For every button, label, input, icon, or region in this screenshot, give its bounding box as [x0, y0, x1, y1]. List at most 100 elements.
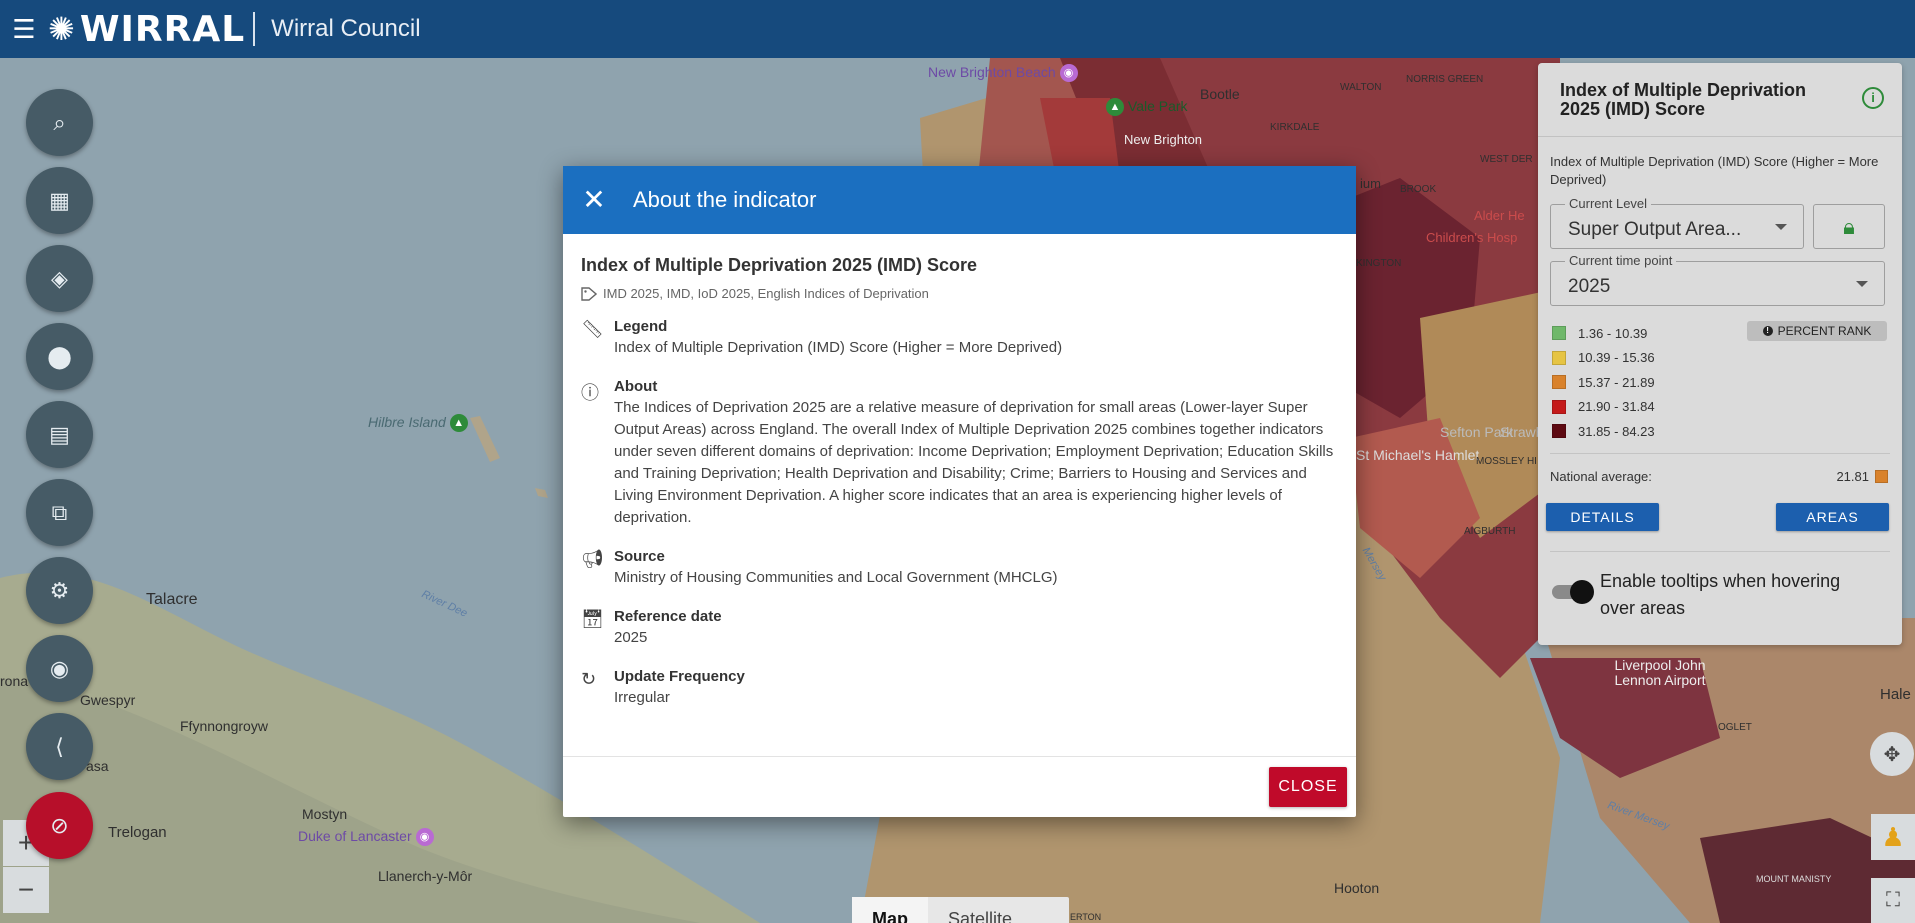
- national-average-value-group: 21.81: [1836, 469, 1888, 484]
- wirral-logo[interactable]: ✺ WIRRAL: [48, 9, 245, 50]
- fullscreen-button[interactable]: ⛶: [1871, 878, 1915, 923]
- tooltip-toggle[interactable]: [1550, 580, 1594, 604]
- camera-poi-icon: ◉: [415, 828, 434, 847]
- map-label-rona: rona: [0, 673, 29, 689]
- current-time-point-value: 2025: [1568, 276, 1611, 297]
- national-average-label: National average:: [1550, 469, 1652, 484]
- map-label-llanerch: Llanerch-y-Môr: [378, 868, 473, 884]
- source-text: Ministry of Housing Communities and Loca…: [614, 569, 1058, 586]
- map-label-west-derby: WEST DER: [1480, 154, 1533, 165]
- map-label-gwespyr: Gwespyr: [80, 692, 136, 708]
- panel-description: Index of Multiple Deprivation (IMD) Scor…: [1550, 154, 1879, 187]
- location-button[interactable]: ⬤: [26, 323, 93, 390]
- megaphone-icon: 📢︎: [581, 549, 604, 569]
- map-label-vale-park: ▲ Vale Park: [1106, 98, 1188, 117]
- pegman-icon: ♟: [1881, 821, 1905, 852]
- national-average-swatch: [1875, 470, 1888, 483]
- map-label-mossley-hill: MOSSLEY HI: [1476, 456, 1537, 467]
- map-label-new-brighton-beach: New Brighton Beach ◉: [928, 64, 1078, 83]
- update-frequency-text: Irregular: [614, 689, 670, 706]
- map-label-aigburth: AIGBURTH: [1464, 526, 1516, 537]
- legend-range: 1.36 - 10.39: [1578, 325, 1648, 341]
- logo-divider: [253, 12, 256, 46]
- park-poi-icon: ▲: [449, 414, 468, 433]
- map-label-walton: WALTON: [1340, 82, 1382, 93]
- settings-button[interactable]: ⚙: [26, 557, 93, 624]
- legend-item: 10.39 - 15.36: [1552, 346, 1882, 371]
- current-time-point-select[interactable]: Current time point 2025: [1550, 253, 1885, 306]
- app-header: ☰ ✺ WIRRAL Wirral Council: [0, 0, 1915, 58]
- divider: [1550, 551, 1890, 552]
- zoom-out-button[interactable]: −: [3, 867, 49, 913]
- map-type-map[interactable]: Map: [852, 897, 928, 923]
- map-label-norris-green: NORRIS GREEN: [1406, 74, 1484, 85]
- map-type-satellite[interactable]: Satellite: [928, 897, 1032, 923]
- camera-control-button[interactable]: ✥: [1870, 732, 1914, 776]
- legend-item: 21.90 - 31.84: [1552, 395, 1882, 420]
- map-type-control: Map Satellite: [852, 897, 1069, 923]
- tags-text: IMD 2025, IMD, IoD 2025, English Indices…: [603, 286, 929, 301]
- map-label-hilbre-island: Hilbre Island ▲: [368, 414, 468, 433]
- reference-date-section: 📅︎ Reference date 2025: [581, 607, 1338, 649]
- about-title: About: [614, 378, 658, 395]
- update-frequency-section: ↻ Update Frequency Irregular: [581, 667, 1338, 709]
- info-icon[interactable]: i: [1862, 87, 1884, 109]
- dashboard-button[interactable]: ▦: [26, 167, 93, 234]
- map-label-kington: KINGTON: [1356, 258, 1402, 269]
- chevron-down-icon: [1856, 281, 1868, 287]
- park-poi-icon: ▲: [1106, 98, 1124, 117]
- indicator-title: Index of Multiple Deprivation 2025 (IMD)…: [581, 255, 978, 275]
- info-outline-icon: ⓘ: [581, 383, 599, 403]
- dashboard-icon: ▦: [49, 187, 70, 213]
- map-label-ffynnongroyw: Ffynnongroyw: [180, 718, 268, 734]
- legend-section: 📏︎ Legend Index of Multiple Deprivation …: [581, 317, 1338, 359]
- indicator-tags: IMD 2025, IMD, IoD 2025, English Indices…: [581, 286, 1338, 301]
- map-label-new-brighton: New Brighton: [1124, 132, 1203, 147]
- share-icon: ⟨: [55, 733, 64, 759]
- share-button[interactable]: ⟨: [26, 713, 93, 780]
- map-label-brook: BROOK: [1400, 184, 1437, 195]
- minus-icon: −: [17, 874, 35, 905]
- map-label-alder-hey: Alder He: [1474, 208, 1525, 223]
- national-average: National average: 21.81: [1550, 469, 1888, 484]
- menu-icon[interactable]: ☰: [0, 0, 48, 58]
- map-label-michaels-hamlet: St Michael's Hamlet: [1356, 447, 1480, 463]
- map-label-hale: Hale: [1880, 686, 1911, 703]
- map-label-childrens-hosp: Children's Hosp: [1426, 230, 1518, 245]
- add-layer-button[interactable]: ◈: [26, 245, 93, 312]
- lock-icon: 🔒︎: [1843, 213, 1855, 239]
- national-average-value: 21.81: [1836, 469, 1869, 484]
- map-label-hooton: Hooton: [1334, 880, 1380, 896]
- tag-icon: [581, 286, 597, 301]
- compare-areas-button[interactable]: ⧉: [26, 479, 93, 546]
- map-label-bootle: Bootle: [1200, 86, 1240, 102]
- settings-icon: ⚙: [49, 577, 70, 603]
- map-search-icon: ⌕: [53, 109, 66, 135]
- areas-button[interactable]: AREAS: [1776, 503, 1889, 531]
- current-level-label: Current Level: [1565, 196, 1652, 211]
- map-label-trelogan: Trelogan: [108, 824, 167, 841]
- divider: [1550, 453, 1890, 454]
- street-view-pegman[interactable]: ♟: [1871, 814, 1915, 860]
- percent-rank-chip[interactable]: ! PERCENT RANK: [1747, 321, 1887, 341]
- lock-level-button[interactable]: 🔒︎: [1813, 204, 1885, 249]
- info-filled-icon: !: [1762, 326, 1773, 336]
- current-level-select[interactable]: Current Level Super Output Area...: [1550, 196, 1804, 249]
- close-icon[interactable]: ✕: [579, 185, 609, 215]
- details-button[interactable]: DETAILS: [1546, 503, 1659, 531]
- map-search-button[interactable]: ⌕: [26, 89, 93, 156]
- report-button[interactable]: ▤: [26, 401, 93, 468]
- move-arrows-icon: ✥: [1883, 743, 1901, 766]
- close-button[interactable]: CLOSE: [1269, 767, 1347, 807]
- camera-icon: ◉: [49, 655, 70, 681]
- layers-off-icon: ⊘: [50, 812, 69, 838]
- map-label-duke-of-lancaster: Duke of Lancaster ◉: [298, 828, 434, 847]
- screenshot-button[interactable]: ◉: [26, 635, 93, 702]
- legend-range: 10.39 - 15.36: [1578, 350, 1655, 366]
- hide-layers-button[interactable]: ⊘: [26, 792, 93, 859]
- chevron-down-icon: [1775, 224, 1787, 230]
- legend-item: 15.37 - 21.89: [1552, 370, 1882, 395]
- legend-range: 15.37 - 21.89: [1578, 374, 1655, 390]
- legend-item: 31.85 - 84.23: [1552, 419, 1882, 444]
- legend-range: 21.90 - 31.84: [1578, 399, 1655, 415]
